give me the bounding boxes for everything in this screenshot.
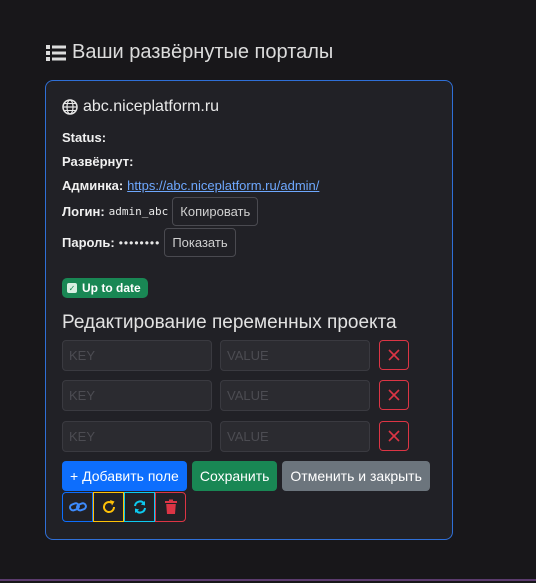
variable-value-input[interactable] <box>220 340 370 371</box>
password-mask: •••••••• <box>118 235 161 250</box>
cancel-close-button[interactable]: Отменить и закрыть <box>282 461 430 491</box>
add-field-button[interactable]: + Добавить поле <box>62 461 187 491</box>
portal-host: abc.niceplatform.ru <box>62 98 219 116</box>
remove-variable-button[interactable] <box>379 380 409 410</box>
page-title: Ваши развёрнутые порталы <box>46 41 333 64</box>
host-name: abc.niceplatform.ru <box>83 98 220 115</box>
password-field: Пароль: •••••••• Показать <box>62 228 236 257</box>
admin-link[interactable]: https://abc.niceplatform.ru/admin/ <box>127 178 319 193</box>
portal-card: abc.niceplatform.ru Status: Развёрнут: А… <box>45 80 453 540</box>
delete-portal-button[interactable] <box>155 492 186 522</box>
remove-variable-button[interactable] <box>379 421 409 451</box>
copy-button[interactable]: Копировать <box>172 197 259 226</box>
remove-variable-button[interactable] <box>379 340 409 370</box>
open-link-button[interactable] <box>62 492 93 522</box>
variable-key-input[interactable] <box>62 340 212 371</box>
status-badge-label: Up to date <box>82 281 141 295</box>
sync-icon <box>133 500 146 514</box>
close-icon <box>388 430 400 442</box>
password-label: Пароль: <box>62 235 115 250</box>
status-field: Status: <box>62 130 106 145</box>
status-badge: ✓ Up to date <box>62 278 148 298</box>
login-value: admin_abc <box>108 205 169 218</box>
variables-section-title: Редактирование переменных проекта <box>62 312 397 333</box>
variable-key-input[interactable] <box>62 421 212 452</box>
link-icon <box>68 502 87 512</box>
show-password-button[interactable]: Показать <box>164 228 236 257</box>
globe-icon <box>62 99 78 115</box>
admin-label: Админка: <box>62 178 124 193</box>
login-field: Логин: admin_abc Копировать <box>62 197 259 226</box>
login-label: Логин: <box>62 204 105 219</box>
bottom-divider <box>0 579 536 581</box>
variable-value-input[interactable] <box>220 380 370 411</box>
variable-row <box>62 421 442 452</box>
variable-row <box>62 340 442 371</box>
check-icon: ✓ <box>67 283 77 293</box>
variable-value-input[interactable] <box>220 421 370 452</box>
trash-icon <box>164 499 177 514</box>
close-icon <box>388 389 400 401</box>
portal-action-group <box>62 492 186 522</box>
admin-field: Админка: https://abc.niceplatform.ru/adm… <box>62 178 319 193</box>
redo-icon <box>102 500 115 513</box>
redeploy-button[interactable] <box>93 492 124 522</box>
page-title-text: Ваши развёрнутые порталы <box>72 41 334 63</box>
sync-button[interactable] <box>124 492 155 522</box>
editor-actions: + Добавить поле Сохранить Отменить и зак… <box>62 461 430 491</box>
deployed-field: Развёрнут: <box>62 154 133 169</box>
variable-key-input[interactable] <box>62 380 212 411</box>
close-icon <box>388 349 400 361</box>
status-label: Status: <box>62 130 107 145</box>
save-button[interactable]: Сохранить <box>191 461 278 491</box>
list-icon <box>46 44 66 62</box>
variable-row <box>62 380 442 411</box>
deployed-label: Развёрнут: <box>62 154 134 169</box>
